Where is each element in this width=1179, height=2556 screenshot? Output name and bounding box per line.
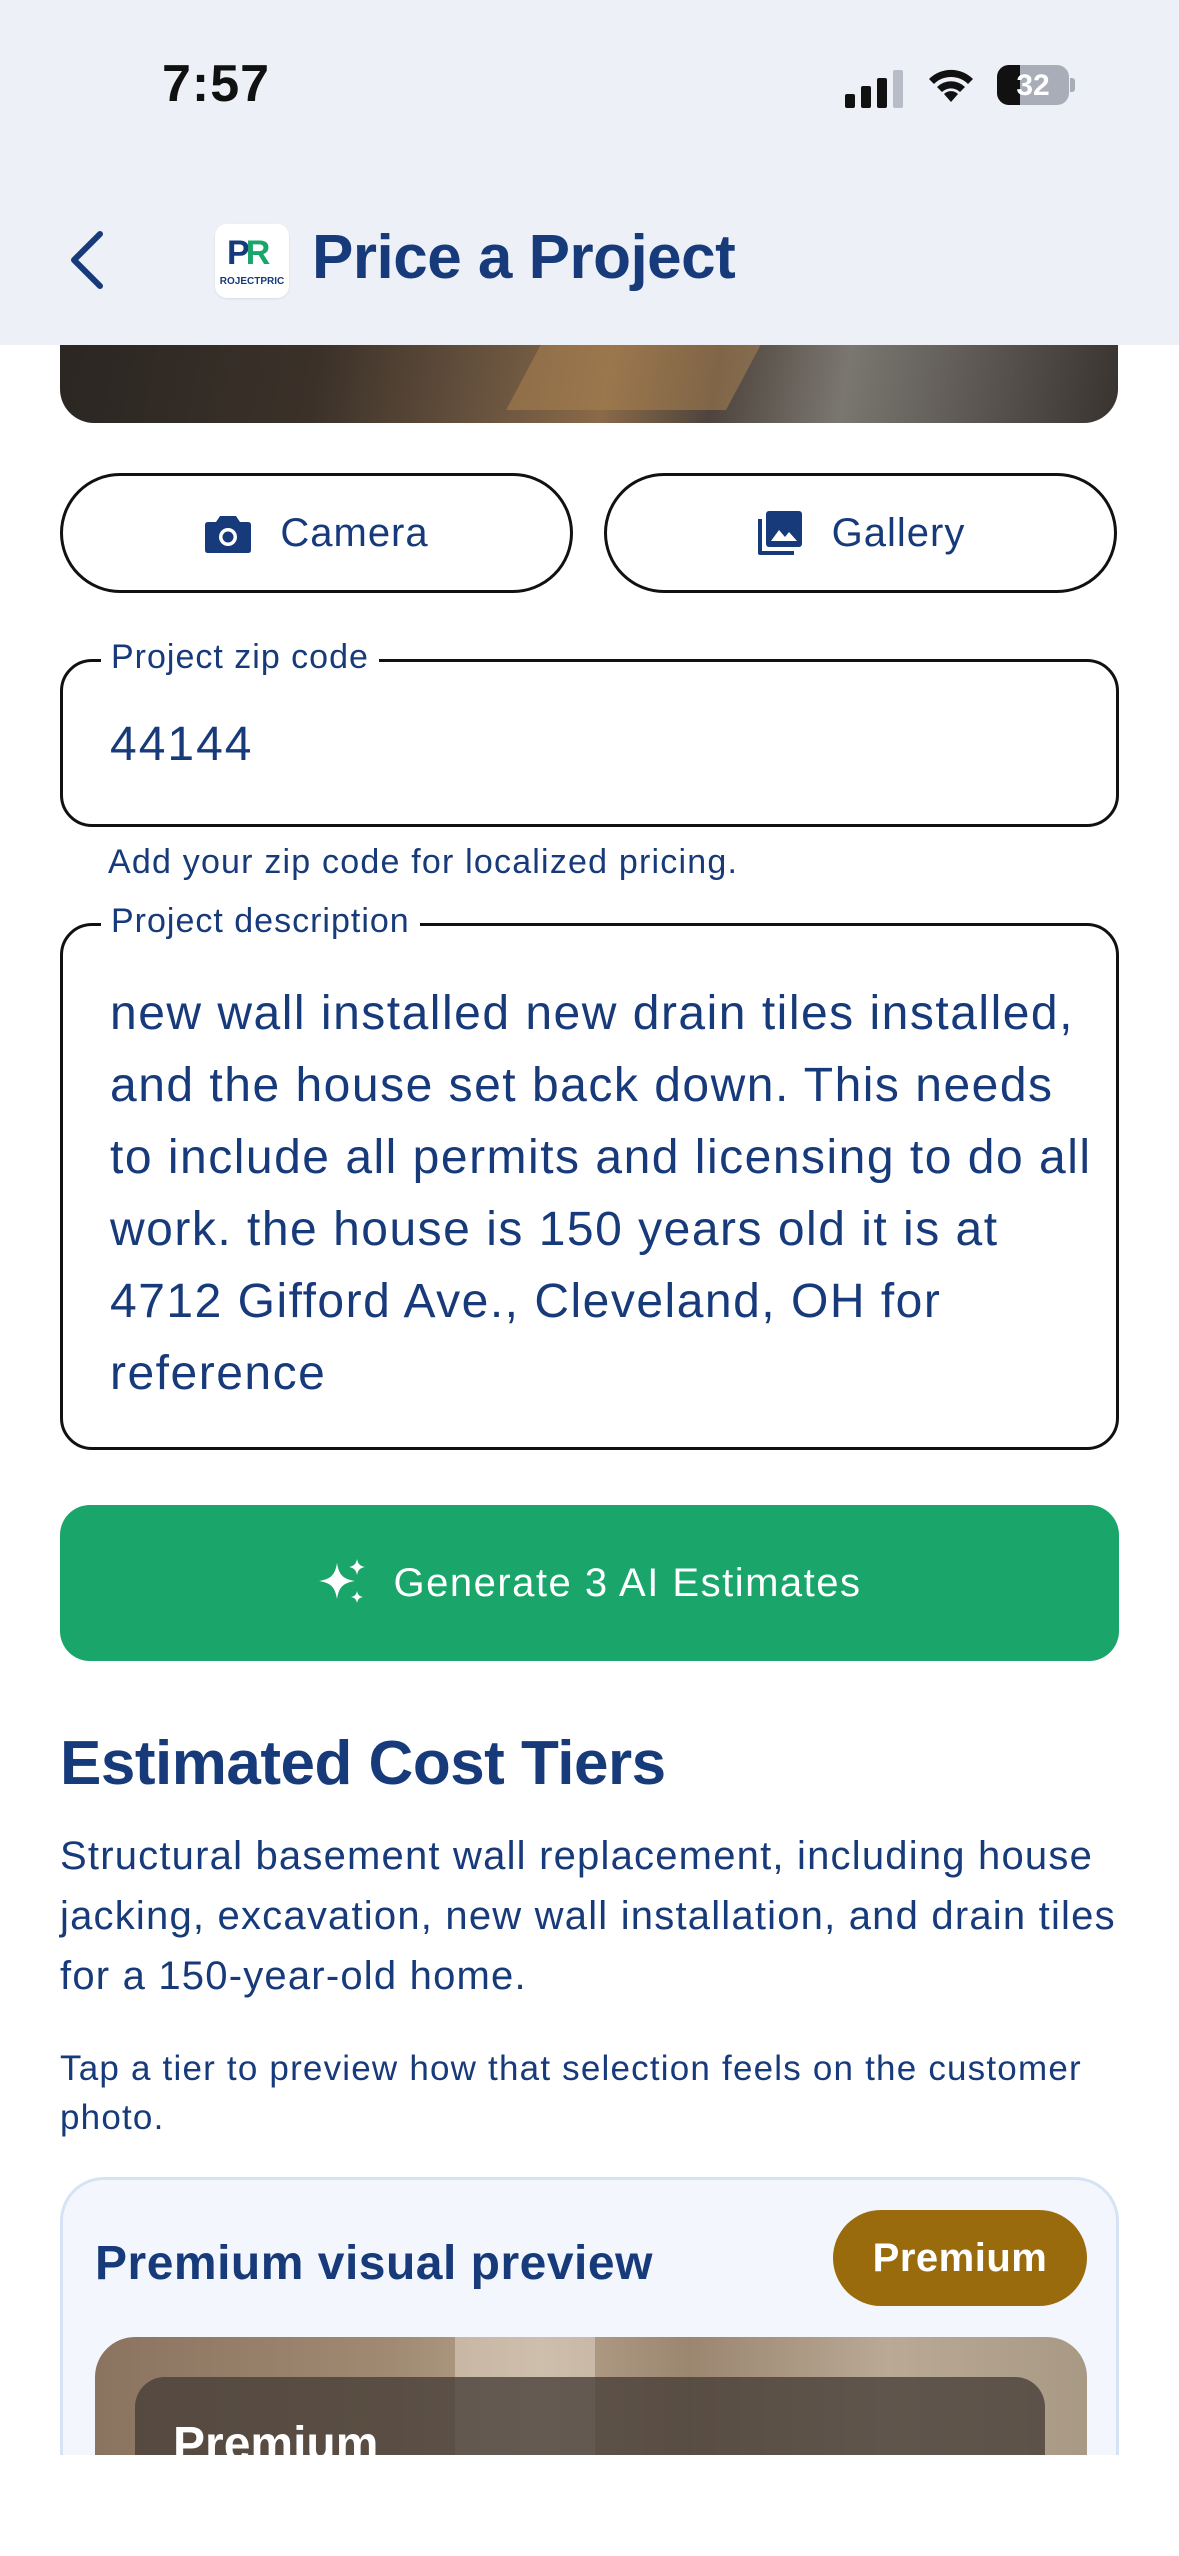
zip-code-label: Project zip code [101, 638, 379, 677]
zip-code-field[interactable]: Project zip code 44144 [60, 638, 1119, 827]
project-description-field[interactable]: Project description new wall installed n… [60, 902, 1119, 1450]
premium-badge: Premium [833, 2210, 1087, 2306]
preview-card-title: Premium visual preview [95, 2237, 653, 2290]
zip-code-value: 44144 [110, 718, 254, 771]
estimates-hint: Tap a tier to preview how that selection… [60, 2049, 1082, 2137]
project-description-label: Project description [101, 902, 420, 941]
camera-button-label: Camera [280, 510, 429, 555]
battery-icon: 32 [997, 65, 1075, 105]
gallery-button[interactable]: Gallery [604, 473, 1117, 593]
status-time: 7:57 [162, 55, 271, 113]
estimates-summary: Structural basement wall replacement, in… [60, 1834, 1116, 1998]
sparkles-icon [319, 1559, 366, 1603]
back-chevron-icon[interactable] [62, 228, 112, 292]
bottom-safe-area [0, 2455, 1179, 2556]
logo-mark: PR [227, 234, 270, 272]
gallery-icon [757, 511, 802, 555]
zip-code-helper: Add your zip code for localized pricing. [108, 843, 739, 881]
estimates-title: Estimated Cost Tiers [60, 1729, 666, 1798]
gallery-button-label: Gallery [831, 510, 966, 555]
wifi-icon [929, 69, 973, 102]
camera-button[interactable]: Camera [60, 473, 573, 593]
top-bar: 7:57 32 PR ROJECTPRIC Price a Project [0, 0, 1179, 345]
logo-caption: ROJECTPRIC [219, 276, 285, 287]
page-title: Price a Project [312, 223, 736, 292]
cellular-signal-icon [845, 70, 903, 108]
generate-estimates-label: Generate 3 AI Estimates [393, 1560, 862, 1605]
app-logo: PR ROJECTPRIC [215, 224, 289, 298]
generate-estimates-button[interactable]: Generate 3 AI Estimates [60, 1505, 1119, 1661]
battery-percent: 32 [1016, 69, 1050, 102]
project-description-value: new wall installed new drain tiles insta… [110, 987, 1092, 1400]
camera-icon [205, 516, 252, 553]
